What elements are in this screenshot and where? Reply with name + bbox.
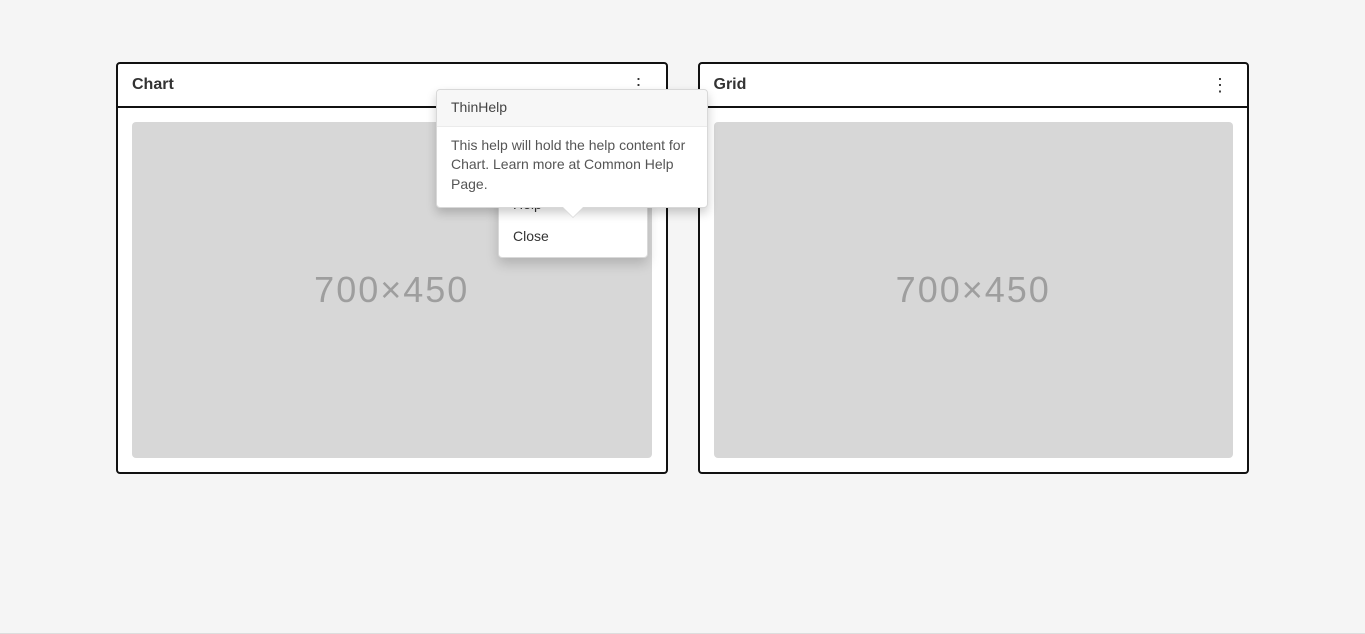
chart-card-title: Chart: [132, 74, 174, 96]
grid-card-header: Grid ⋮: [700, 64, 1248, 108]
popover-arrow-icon: [562, 207, 584, 218]
grid-placeholder: 700×450: [714, 122, 1234, 458]
dropdown-item-label: Close: [513, 228, 549, 244]
grid-card-body: 700×450: [700, 108, 1248, 472]
help-popover: ThinHelp This help will hold the help co…: [436, 89, 708, 208]
grid-more-button[interactable]: ⋮: [1207, 76, 1233, 94]
help-popover-title: ThinHelp: [437, 90, 707, 127]
help-popover-body: This help will hold the help content for…: [437, 127, 707, 208]
grid-card-title: Grid: [714, 74, 747, 96]
grid-card: Grid ⋮ 700×450: [698, 62, 1250, 474]
dropdown-item-close[interactable]: Close: [499, 221, 647, 253]
kebab-icon: ⋮: [1211, 75, 1229, 95]
grid-placeholder-label: 700×450: [896, 269, 1051, 311]
chart-placeholder-label: 700×450: [314, 269, 469, 311]
